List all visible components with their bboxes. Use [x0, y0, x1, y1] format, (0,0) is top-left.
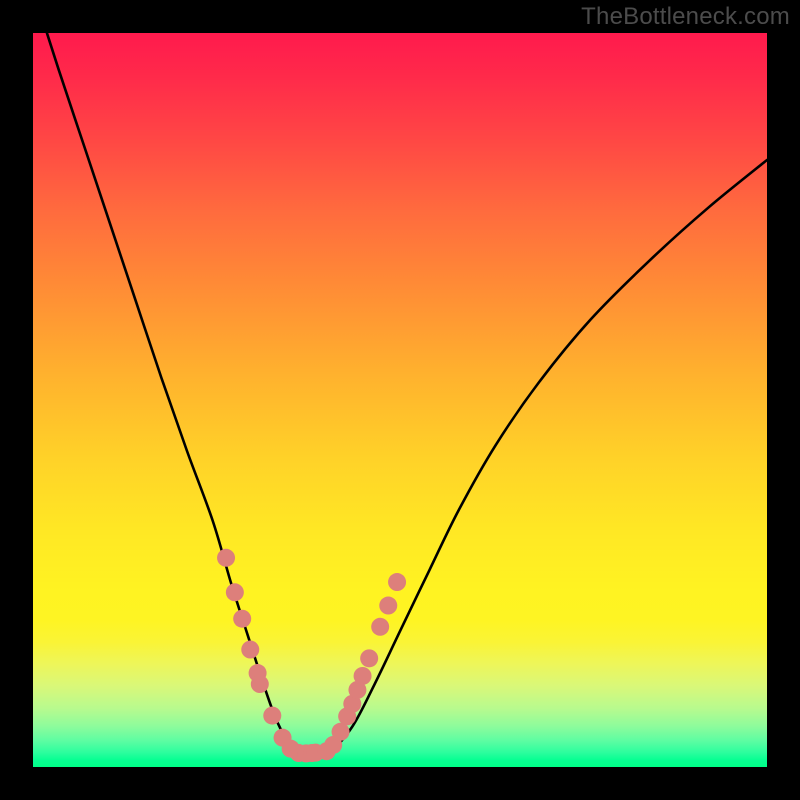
highlight-dot: [379, 597, 397, 615]
highlight-dot: [388, 573, 406, 591]
attribution-text: TheBottleneck.com: [581, 3, 790, 31]
highlight-dot: [217, 549, 235, 567]
highlight-dot: [233, 610, 251, 628]
highlight-dot: [354, 667, 372, 685]
highlight-dot: [371, 618, 389, 636]
outer-frame: TheBottleneck.com: [0, 0, 800, 800]
plot-area: [33, 33, 767, 767]
highlight-dot: [263, 707, 281, 725]
bottleneck-curve: [33, 33, 767, 756]
highlight-dot: [332, 723, 350, 741]
highlight-dot: [226, 583, 244, 601]
highlight-dot: [241, 641, 259, 659]
highlight-dot: [251, 675, 269, 693]
curve-layer: [33, 33, 767, 767]
highlight-dot: [360, 649, 378, 667]
highlight-dots: [217, 549, 406, 763]
